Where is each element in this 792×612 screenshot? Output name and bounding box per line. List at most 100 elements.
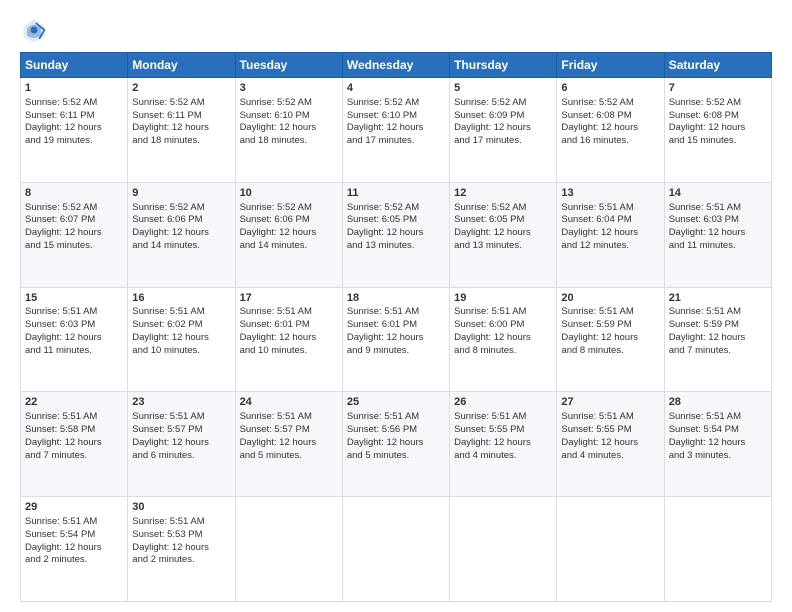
header-cell-saturday: Saturday — [664, 53, 771, 78]
day-number: 25 — [347, 395, 445, 410]
header-cell-wednesday: Wednesday — [342, 53, 449, 78]
day-info-line: Daylight: 12 hours — [561, 122, 659, 135]
day-info-line: and 4 minutes. — [561, 450, 659, 463]
day-cell: 11Sunrise: 5:52 AMSunset: 6:05 PMDayligh… — [342, 182, 449, 287]
header-row: SundayMondayTuesdayWednesdayThursdayFrid… — [21, 53, 772, 78]
day-cell: 23Sunrise: 5:51 AMSunset: 5:57 PMDayligh… — [128, 392, 235, 497]
day-number: 2 — [132, 81, 230, 96]
day-info-line: Daylight: 12 hours — [669, 122, 767, 135]
day-number: 11 — [347, 186, 445, 201]
header-cell-tuesday: Tuesday — [235, 53, 342, 78]
day-cell — [664, 497, 771, 602]
day-number: 20 — [561, 291, 659, 306]
day-info-line: Sunrise: 5:52 AM — [132, 202, 230, 215]
calendar-table: SundayMondayTuesdayWednesdayThursdayFrid… — [20, 52, 772, 602]
day-info-line: Daylight: 12 hours — [454, 437, 552, 450]
day-info-line: Daylight: 12 hours — [240, 332, 338, 345]
day-cell: 25Sunrise: 5:51 AMSunset: 5:56 PMDayligh… — [342, 392, 449, 497]
day-info-line: and 7 minutes. — [669, 345, 767, 358]
day-number: 18 — [347, 291, 445, 306]
day-info-line: Sunrise: 5:52 AM — [669, 97, 767, 110]
day-cell: 4Sunrise: 5:52 AMSunset: 6:10 PMDaylight… — [342, 78, 449, 183]
day-info-line: Daylight: 12 hours — [240, 122, 338, 135]
day-info-line: Sunrise: 5:52 AM — [561, 97, 659, 110]
day-number: 28 — [669, 395, 767, 410]
day-info-line: Daylight: 12 hours — [240, 437, 338, 450]
day-number: 9 — [132, 186, 230, 201]
day-info-line: Daylight: 12 hours — [132, 332, 230, 345]
day-number: 27 — [561, 395, 659, 410]
day-cell: 12Sunrise: 5:52 AMSunset: 6:05 PMDayligh… — [450, 182, 557, 287]
logo — [20, 16, 52, 44]
week-row-1: 1Sunrise: 5:52 AMSunset: 6:11 PMDaylight… — [21, 78, 772, 183]
day-info-line: Sunset: 6:04 PM — [561, 214, 659, 227]
day-info-line: Sunrise: 5:52 AM — [240, 202, 338, 215]
day-info-line: and 15 minutes. — [669, 135, 767, 148]
day-info-line: Sunset: 6:09 PM — [454, 110, 552, 123]
day-info-line: Sunset: 6:08 PM — [561, 110, 659, 123]
day-cell: 30Sunrise: 5:51 AMSunset: 5:53 PMDayligh… — [128, 497, 235, 602]
day-number: 12 — [454, 186, 552, 201]
day-info-line: Sunrise: 5:52 AM — [454, 97, 552, 110]
day-cell: 5Sunrise: 5:52 AMSunset: 6:09 PMDaylight… — [450, 78, 557, 183]
day-cell: 9Sunrise: 5:52 AMSunset: 6:06 PMDaylight… — [128, 182, 235, 287]
day-info-line: Sunrise: 5:52 AM — [347, 202, 445, 215]
day-info-line: and 4 minutes. — [454, 450, 552, 463]
day-number: 5 — [454, 81, 552, 96]
day-info-line: Sunrise: 5:51 AM — [454, 411, 552, 424]
day-info-line: Sunrise: 5:51 AM — [25, 411, 123, 424]
day-info-line: and 10 minutes. — [132, 345, 230, 358]
day-info-line: Sunrise: 5:52 AM — [347, 97, 445, 110]
day-info-line: Sunset: 5:53 PM — [132, 529, 230, 542]
day-cell: 27Sunrise: 5:51 AMSunset: 5:55 PMDayligh… — [557, 392, 664, 497]
day-info-line: and 13 minutes. — [347, 240, 445, 253]
week-row-4: 22Sunrise: 5:51 AMSunset: 5:58 PMDayligh… — [21, 392, 772, 497]
day-info-line: and 2 minutes. — [25, 554, 123, 567]
day-info-line: Sunrise: 5:51 AM — [132, 306, 230, 319]
day-number: 24 — [240, 395, 338, 410]
day-info-line: and 14 minutes. — [132, 240, 230, 253]
day-info-line: and 8 minutes. — [454, 345, 552, 358]
day-cell: 10Sunrise: 5:52 AMSunset: 6:06 PMDayligh… — [235, 182, 342, 287]
day-cell: 14Sunrise: 5:51 AMSunset: 6:03 PMDayligh… — [664, 182, 771, 287]
day-info-line: Daylight: 12 hours — [669, 437, 767, 450]
day-cell: 22Sunrise: 5:51 AMSunset: 5:58 PMDayligh… — [21, 392, 128, 497]
day-info-line: and 6 minutes. — [132, 450, 230, 463]
day-number: 21 — [669, 291, 767, 306]
day-cell: 13Sunrise: 5:51 AMSunset: 6:04 PMDayligh… — [557, 182, 664, 287]
day-cell: 16Sunrise: 5:51 AMSunset: 6:02 PMDayligh… — [128, 287, 235, 392]
day-cell: 26Sunrise: 5:51 AMSunset: 5:55 PMDayligh… — [450, 392, 557, 497]
day-info-line: Daylight: 12 hours — [561, 227, 659, 240]
day-info-line: and 3 minutes. — [669, 450, 767, 463]
day-info-line: Sunset: 6:00 PM — [454, 319, 552, 332]
day-info-line: Sunset: 5:54 PM — [669, 424, 767, 437]
day-info-line: and 11 minutes. — [25, 345, 123, 358]
day-info-line: Sunset: 5:56 PM — [347, 424, 445, 437]
day-number: 16 — [132, 291, 230, 306]
day-info-line: Sunrise: 5:51 AM — [240, 411, 338, 424]
day-number: 19 — [454, 291, 552, 306]
day-info-line: and 10 minutes. — [240, 345, 338, 358]
day-info-line: Sunset: 6:07 PM — [25, 214, 123, 227]
day-number: 22 — [25, 395, 123, 410]
day-info-line: Sunset: 6:01 PM — [240, 319, 338, 332]
day-info-line: and 5 minutes. — [347, 450, 445, 463]
day-info-line: and 18 minutes. — [132, 135, 230, 148]
day-cell: 28Sunrise: 5:51 AMSunset: 5:54 PMDayligh… — [664, 392, 771, 497]
day-info-line: and 7 minutes. — [25, 450, 123, 463]
day-info-line: Sunrise: 5:51 AM — [25, 306, 123, 319]
day-info-line: Sunset: 6:11 PM — [132, 110, 230, 123]
day-number: 1 — [25, 81, 123, 96]
day-info-line: Sunrise: 5:51 AM — [561, 202, 659, 215]
header-cell-friday: Friday — [557, 53, 664, 78]
day-info-line: Daylight: 12 hours — [561, 332, 659, 345]
week-row-5: 29Sunrise: 5:51 AMSunset: 5:54 PMDayligh… — [21, 497, 772, 602]
day-number: 14 — [669, 186, 767, 201]
day-number: 29 — [25, 500, 123, 515]
day-cell — [450, 497, 557, 602]
day-cell: 19Sunrise: 5:51 AMSunset: 6:00 PMDayligh… — [450, 287, 557, 392]
day-info-line: and 12 minutes. — [561, 240, 659, 253]
day-info-line: Sunrise: 5:52 AM — [25, 97, 123, 110]
day-info-line: and 17 minutes. — [347, 135, 445, 148]
day-info-line: and 18 minutes. — [240, 135, 338, 148]
